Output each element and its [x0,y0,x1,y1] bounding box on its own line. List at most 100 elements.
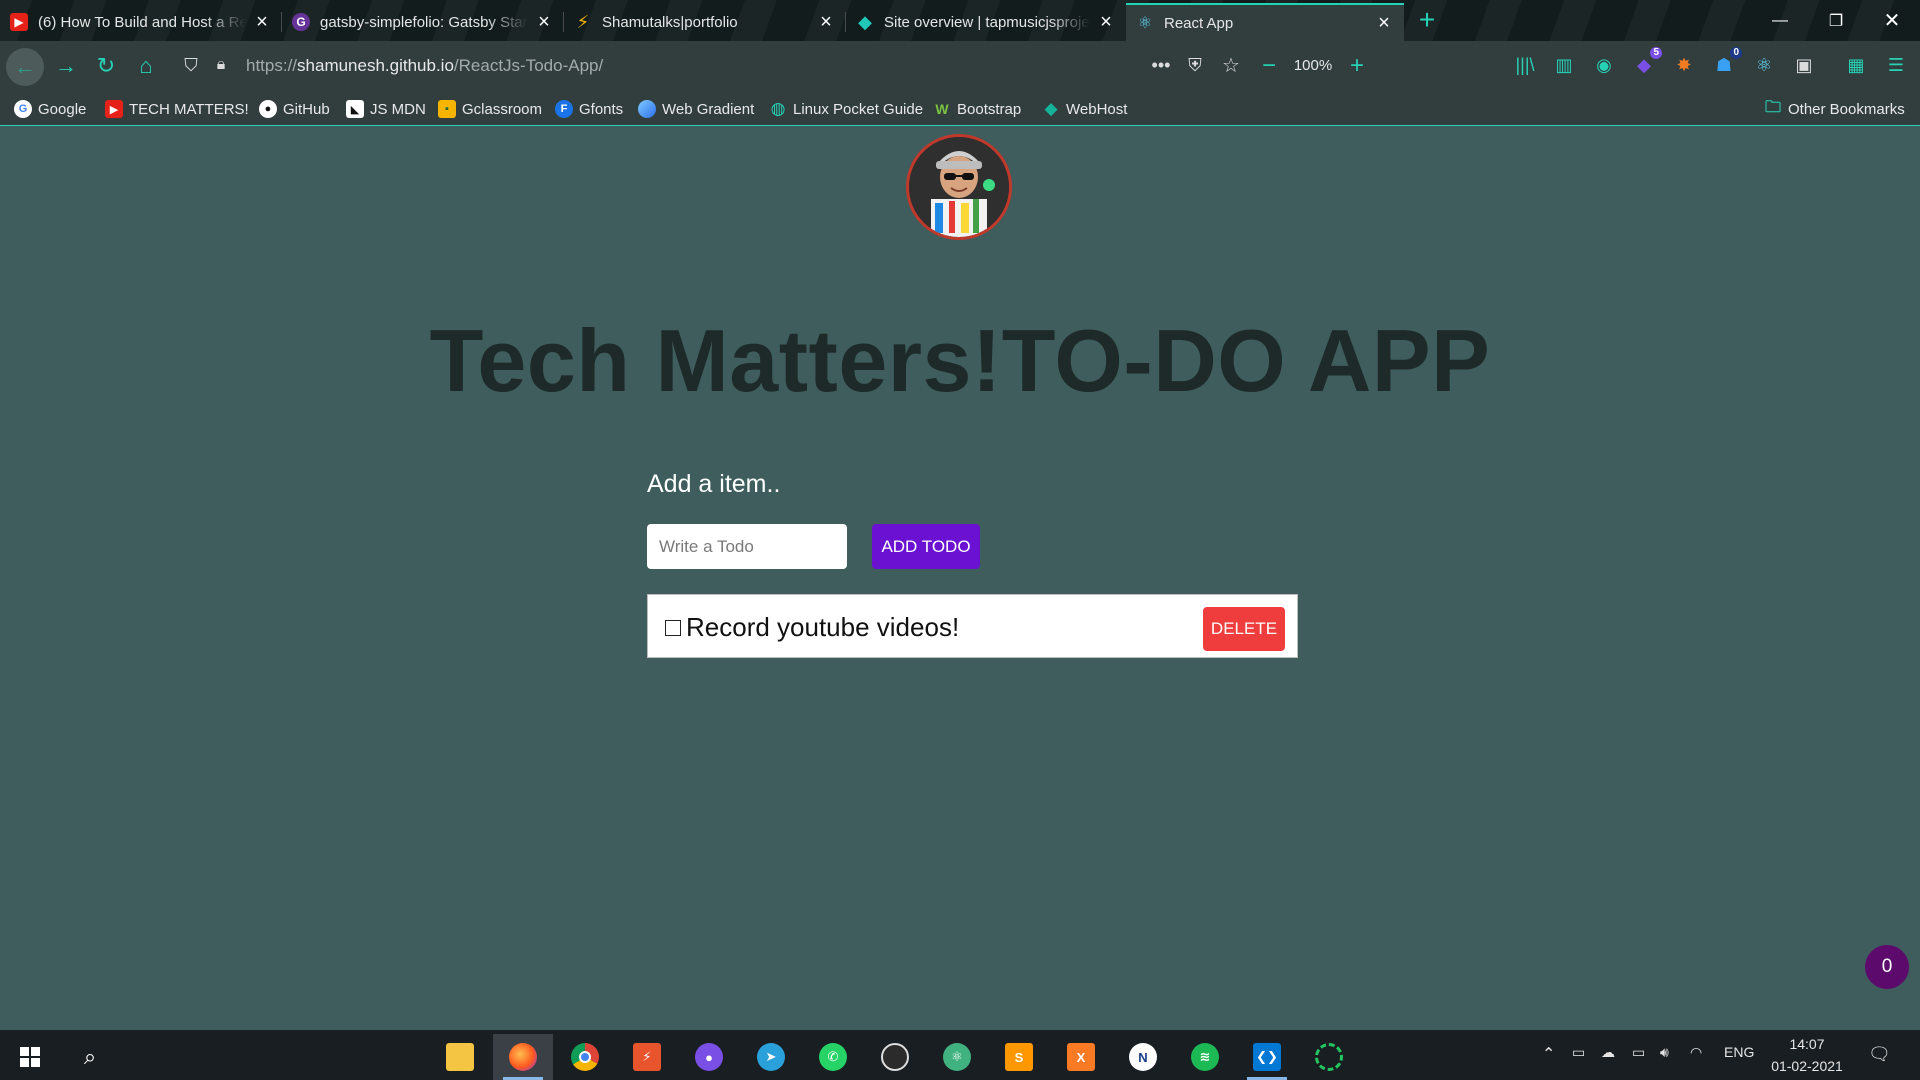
taskbar-firefox[interactable] [493,1034,553,1080]
zoom-in-button[interactable]: + [1350,52,1364,80]
google-icon: G [14,100,32,118]
clock-date: 01-02-2021 [1771,1058,1843,1074]
extension-icon[interactable]: ◆ 5 [1630,47,1662,79]
close-tab-icon[interactable]: × [1374,12,1394,35]
tab-strip: ▶ (6) How To Build and Host a React × G … [0,0,1920,41]
tracking-shield-icon[interactable]: ⛉ [174,48,208,82]
page-actions-icon[interactable]: ••• [1144,48,1178,82]
minimize-button[interactable]: — [1752,0,1808,41]
chevron-up-icon[interactable]: ⌃ [1542,1044,1555,1064]
lock-icon[interactable]: 🔒︎ [204,48,238,82]
s-extension-icon[interactable]: ▣ [1790,51,1818,79]
start-button[interactable] [0,1034,60,1080]
todo-input[interactable] [647,524,847,569]
new-tab-button[interactable]: + [1412,6,1442,36]
gradient-icon [638,100,656,118]
forward-button[interactable]: → [49,49,83,83]
ghost-extension-icon[interactable]: ☗ 0 [1710,47,1742,79]
url-bar[interactable]: ⛉ 🔒︎ https://shamunesh.github.io/ReactJs… [174,47,1240,84]
taskbar-file-explorer[interactable] [430,1034,490,1080]
github-icon: ● [259,100,277,118]
battery-icon[interactable]: ▭ [1632,1044,1645,1061]
wifi-icon[interactable]: ◠ [1690,1044,1702,1061]
taskbar-telegram[interactable]: ➤ [741,1034,801,1080]
menu-icon[interactable]: ☰ [1882,51,1910,79]
volume-icon[interactable]: 🔊︎ [1660,1044,1669,1061]
obs-icon [881,1043,909,1071]
sidebar-icon[interactable]: ▥ [1550,51,1578,79]
taskbar-github-desktop[interactable]: ● [679,1034,739,1080]
extension-badge: 5 [1650,47,1662,59]
clock[interactable]: 14:07 01-02-2021 [1762,1033,1852,1077]
github-icon: ● [695,1043,723,1071]
pocket-icon[interactable]: ⛨ [1178,48,1212,82]
taskbar-atom[interactable]: ⚛ [927,1034,987,1080]
bookmark-other[interactable]: 🗀︎ Other Bookmarks [1764,98,1905,120]
chrome-icon [571,1043,599,1071]
extensions-grid-icon[interactable]: ▦ [1842,51,1870,79]
react-devtools-icon[interactable]: ⚛ [1750,51,1778,79]
close-tab-icon[interactable]: × [816,11,836,34]
vscode-icon: ❮❯ [1253,1043,1281,1071]
folder-icon [446,1043,474,1071]
bookmarks-bar: G Google ▶ TECH MATTERS! ● GitHub ◣ JS M… [0,90,1920,126]
taskbar-vscode[interactable]: ❮❯ [1237,1034,1297,1080]
bookmark-gclassroom[interactable]: ▪ Gclassroom [438,98,542,120]
tab-react-app[interactable]: ⚛ React App × [1126,3,1404,41]
bookmark-web-gradient[interactable]: Web Gradient [638,98,754,120]
todo-counter-badge[interactable]: 0 [1865,945,1909,989]
onedrive-icon[interactable]: ☁ [1601,1044,1615,1061]
mdn-icon: ◣ [346,100,364,118]
taskbar-chrome[interactable] [555,1034,615,1080]
reload-button[interactable]: ↻ [89,49,123,83]
tab-netlify[interactable]: ◆ Site overview | tapmusicjsproject × [846,3,1126,41]
restore-button[interactable]: ❐ [1808,0,1864,41]
close-tab-icon[interactable]: × [252,11,272,34]
language-indicator[interactable]: ENG [1724,1044,1754,1060]
fox-extension-icon[interactable]: ✸ [1670,51,1698,79]
tab-youtube[interactable]: ▶ (6) How To Build and Host a React × [0,3,282,41]
taskbar-sublime[interactable]: S [989,1034,1049,1080]
windows-icon [20,1047,40,1067]
close-window-button[interactable]: ✕ [1864,0,1920,41]
close-tab-icon[interactable]: × [534,11,554,34]
taskbar-app-bolt[interactable]: ⚡ [617,1034,677,1080]
spotify-icon: ≋ [1191,1043,1219,1071]
account-icon[interactable]: ◉ [1590,51,1618,79]
taskbar-spotify[interactable]: ≋ [1175,1034,1235,1080]
taskbar-xampp[interactable]: X [1051,1034,1111,1080]
firefox-icon [509,1043,537,1071]
search-button[interactable]: ⌕ [60,1034,120,1080]
zoom-out-button[interactable]: − [1262,52,1276,80]
bookmark-google[interactable]: G Google [14,98,86,120]
todo-checkbox[interactable] [665,620,681,636]
taskbar-app-n[interactable]: N [1113,1034,1173,1080]
library-icon[interactable]: |||\ [1511,51,1539,79]
tab-gatsby[interactable]: G gatsby-simplefolio: Gatsby Starter × [282,3,564,41]
notifications-icon[interactable]: 🗨︎ [1868,1044,1891,1065]
tab-title: gatsby-simplefolio: Gatsby Starter [320,13,528,31]
react-icon: ⚛ [1137,15,1153,32]
bookmark-js-mdn[interactable]: ◣ JS MDN [346,98,426,120]
add-todo-button[interactable]: ADD TODO [872,524,980,569]
taskbar-whatsapp[interactable]: ✆ [803,1034,863,1080]
bookmark-tech-matters[interactable]: ▶ TECH MATTERS! [105,98,249,120]
back-button[interactable]: ← [6,48,44,86]
home-button[interactable]: ⌂ [129,49,163,83]
bookmark-webhost[interactable]: ◆ WebHost [1042,98,1127,120]
meet-now-icon[interactable]: ▭ [1572,1044,1585,1061]
close-tab-icon[interactable]: × [1096,11,1116,34]
bookmark-github[interactable]: ● GitHub [259,98,330,120]
url-text[interactable]: https://shamunesh.github.io/ReactJs-Todo… [246,56,603,76]
bookmark-star-icon[interactable]: ☆ [1214,48,1248,82]
classroom-icon: ▪ [438,100,456,118]
bookmark-bootstrap[interactable]: W Bootstrap [933,98,1021,120]
tab-portfolio[interactable]: ⚡ Shamutalks|portfolio × [564,3,846,41]
taskbar-obs[interactable] [865,1034,925,1080]
clock-time: 14:07 [1789,1036,1825,1052]
zoom-level[interactable]: 100% [1294,57,1332,74]
taskbar-app-ring[interactable] [1299,1034,1359,1080]
delete-button[interactable]: DELETE [1203,607,1285,651]
bookmark-gfonts[interactable]: F Gfonts [555,98,623,120]
bookmark-linux-pocket-guide[interactable]: ◍ Linux Pocket Guide [769,98,924,120]
